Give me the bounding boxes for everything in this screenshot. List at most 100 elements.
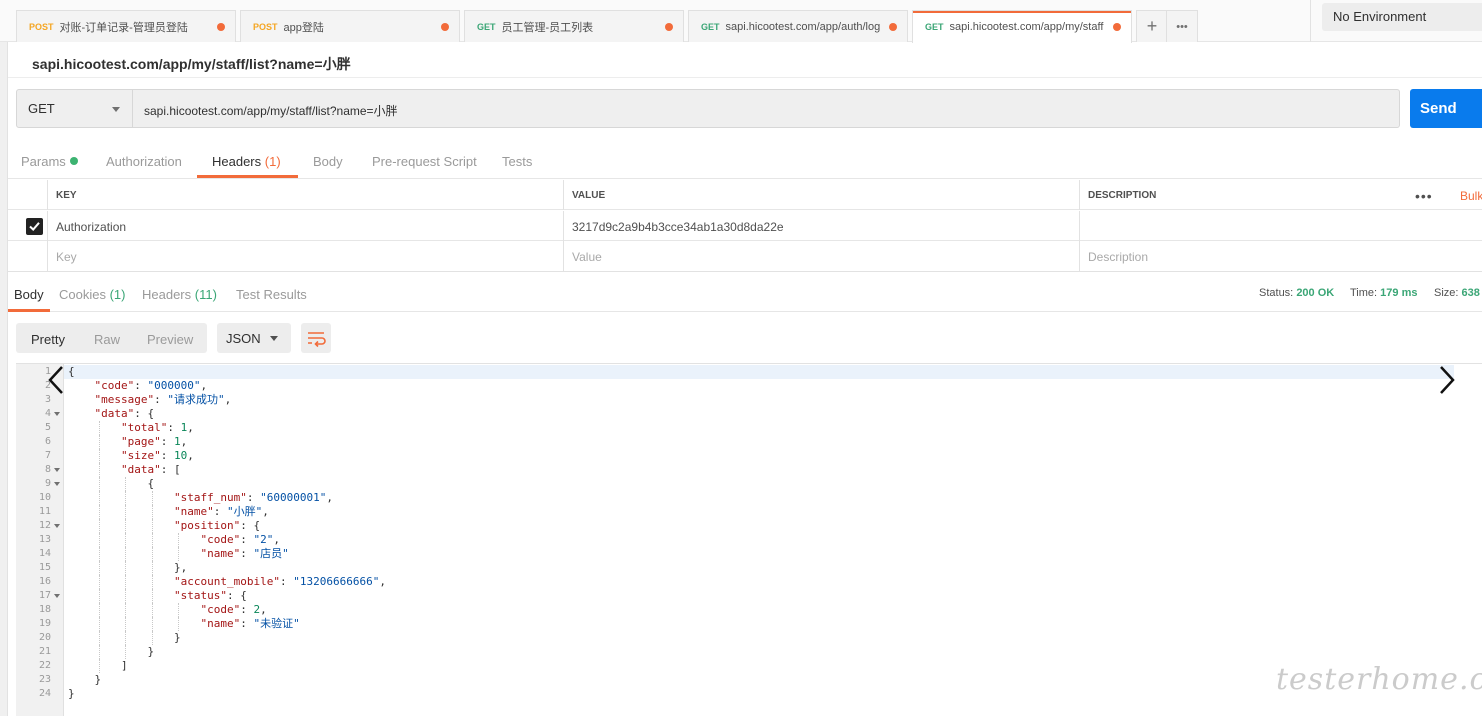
format-label: JSON (226, 331, 261, 346)
tab-authorization[interactable]: Authorization (106, 154, 182, 169)
tab-test-results[interactable]: Test Results (236, 287, 307, 302)
fold-caret-icon[interactable] (54, 482, 60, 486)
tab-tests[interactable]: Tests (502, 154, 532, 169)
tab-prerequest-script[interactable]: Pre-request Script (372, 154, 477, 169)
status-readout: Status: 200 OK (1259, 287, 1334, 299)
indent-guide (98, 421, 100, 435)
new-description-input[interactable]: Description (1079, 241, 1482, 271)
indent-guide (98, 547, 100, 561)
tab-title: sapi.hicootest.com/app/my/staff (949, 21, 1104, 33)
view-pretty-button[interactable]: Pretty (31, 332, 65, 347)
unsaved-dot-icon (441, 22, 449, 31)
new-tab-button[interactable]: + (1136, 10, 1168, 42)
code-text: "data": { (94, 407, 155, 420)
indent-guide (98, 575, 100, 589)
table-header-row: KEY VALUE DESCRIPTION ••• Bulk (8, 180, 1482, 210)
request-tab-3[interactable]: GET 员工管理-员工列表 (464, 10, 684, 42)
more-icon: ••• (1176, 20, 1188, 33)
response-body-editor[interactable]: 1{2 "code": "000000", 3 "message": "请求成功", 4… (16, 363, 1482, 716)
line-number: 4 (44, 408, 51, 419)
request-tab-1[interactable]: POST 对账-订单记录-管理员登陆 (16, 10, 236, 42)
indent-guide (125, 561, 126, 575)
line-number: 10 (38, 492, 51, 503)
indent-guide (125, 505, 126, 519)
tab-method: POST (29, 21, 54, 32)
bulk-edit-link[interactable]: Bulk (1460, 189, 1482, 203)
header-key-cell[interactable]: Authorization (47, 211, 563, 241)
size-readout: Size: 638 (1434, 287, 1480, 299)
view-raw-button[interactable]: Raw (94, 332, 120, 347)
code-line: 10 "staff_num": "60000001", (16, 491, 1482, 505)
request-tab-4[interactable]: GET sapi.hicootest.com/app/auth/log (688, 10, 908, 42)
tab-response-body[interactable]: Body (14, 287, 44, 302)
indent-guide (125, 477, 126, 491)
code-line: 11 "name": "小胖", (16, 505, 1482, 519)
indent-guide (178, 547, 179, 561)
indent-guide (98, 631, 100, 645)
tab-cookies[interactable]: Cookies (1) (59, 287, 125, 302)
request-tab-2[interactable]: POST app登陆 (240, 10, 460, 42)
indent-guide (151, 589, 153, 603)
indent-guide (151, 603, 153, 617)
indent-guide (178, 533, 179, 547)
indent-guide (98, 617, 100, 631)
indent-guide (151, 519, 153, 533)
wrap-lines-button[interactable] (301, 323, 331, 353)
chevron-left-icon[interactable] (42, 363, 72, 397)
response-headers-count: (11) (194, 287, 217, 302)
fold-caret-icon[interactable] (54, 524, 60, 528)
format-select[interactable]: JSON (217, 323, 291, 353)
tab-params[interactable]: Params (21, 154, 78, 169)
indent-guide (125, 645, 126, 659)
divider (1310, 0, 1311, 42)
tab-body[interactable]: Body (313, 154, 343, 169)
code-text: "page": 1, (121, 435, 188, 448)
headers-table: KEY VALUE DESCRIPTION ••• Bulk Authoriza… (8, 180, 1482, 272)
new-value-input[interactable]: Value (563, 241, 1079, 271)
code-line: 18 "code": 2, (16, 603, 1482, 617)
request-title[interactable]: sapi.hicootest.com/app/my/staff/list?nam… (32, 54, 351, 74)
indent-guide (98, 491, 100, 505)
tab-response-headers[interactable]: Headers (11) (142, 287, 217, 302)
line-number: 17 (38, 590, 51, 601)
code-line: 13 "code": "2", (16, 533, 1482, 547)
code-text: "name": "未验证" (200, 617, 300, 630)
indent-guide (98, 659, 100, 673)
http-method-select[interactable]: GET (16, 89, 133, 128)
request-name-row: sapi.hicootest.com/app/my/staff/list?nam… (8, 42, 1482, 78)
code-text: "name": "小胖", (174, 505, 269, 518)
indent-guide (178, 617, 179, 631)
indent-guide (151, 575, 153, 589)
code-line: 22] (16, 659, 1482, 673)
new-key-input[interactable]: Key (47, 241, 563, 271)
header-description-cell[interactable] (1079, 211, 1482, 241)
status-value: 200 OK (1296, 287, 1335, 299)
params-indicator-icon (69, 157, 78, 165)
indent-guide (151, 631, 153, 645)
header-enabled-checkbox[interactable] (26, 218, 43, 235)
fold-caret-icon[interactable] (54, 468, 60, 472)
indent-guide (151, 505, 153, 519)
tab-options-button[interactable]: ••• (1166, 10, 1198, 42)
active-tab-underline (8, 309, 50, 312)
indent-guide (178, 603, 179, 617)
send-button[interactable]: Send (1410, 89, 1482, 128)
request-tab-5-active[interactable]: GET sapi.hicootest.com/app/my/staff (912, 10, 1132, 43)
line-number: 13 (38, 534, 51, 545)
column-value: VALUE (563, 180, 1079, 210)
more-icon[interactable]: ••• (1415, 188, 1433, 204)
tab-headers[interactable]: Headers (1) (212, 154, 281, 169)
indent-guide (151, 617, 153, 631)
view-preview-button[interactable]: Preview (147, 332, 193, 347)
indent-guide (151, 491, 153, 505)
header-value-cell[interactable]: 3217d9c2a9b4b3cce34ab1a30d8da22e (563, 211, 1079, 241)
fold-caret-icon[interactable] (54, 594, 60, 598)
url-input[interactable]: sapi.hicootest.com/app/my/staff/list?nam… (133, 89, 1400, 128)
tab-params-label: Params (21, 154, 66, 169)
environment-selector[interactable]: No Environment (1322, 3, 1482, 31)
indent-guide (151, 561, 153, 575)
unsaved-dot-icon (1113, 23, 1121, 31)
fold-caret-icon[interactable] (54, 412, 60, 416)
indent-guide (125, 533, 126, 547)
chevron-right-icon[interactable] (1432, 363, 1462, 397)
